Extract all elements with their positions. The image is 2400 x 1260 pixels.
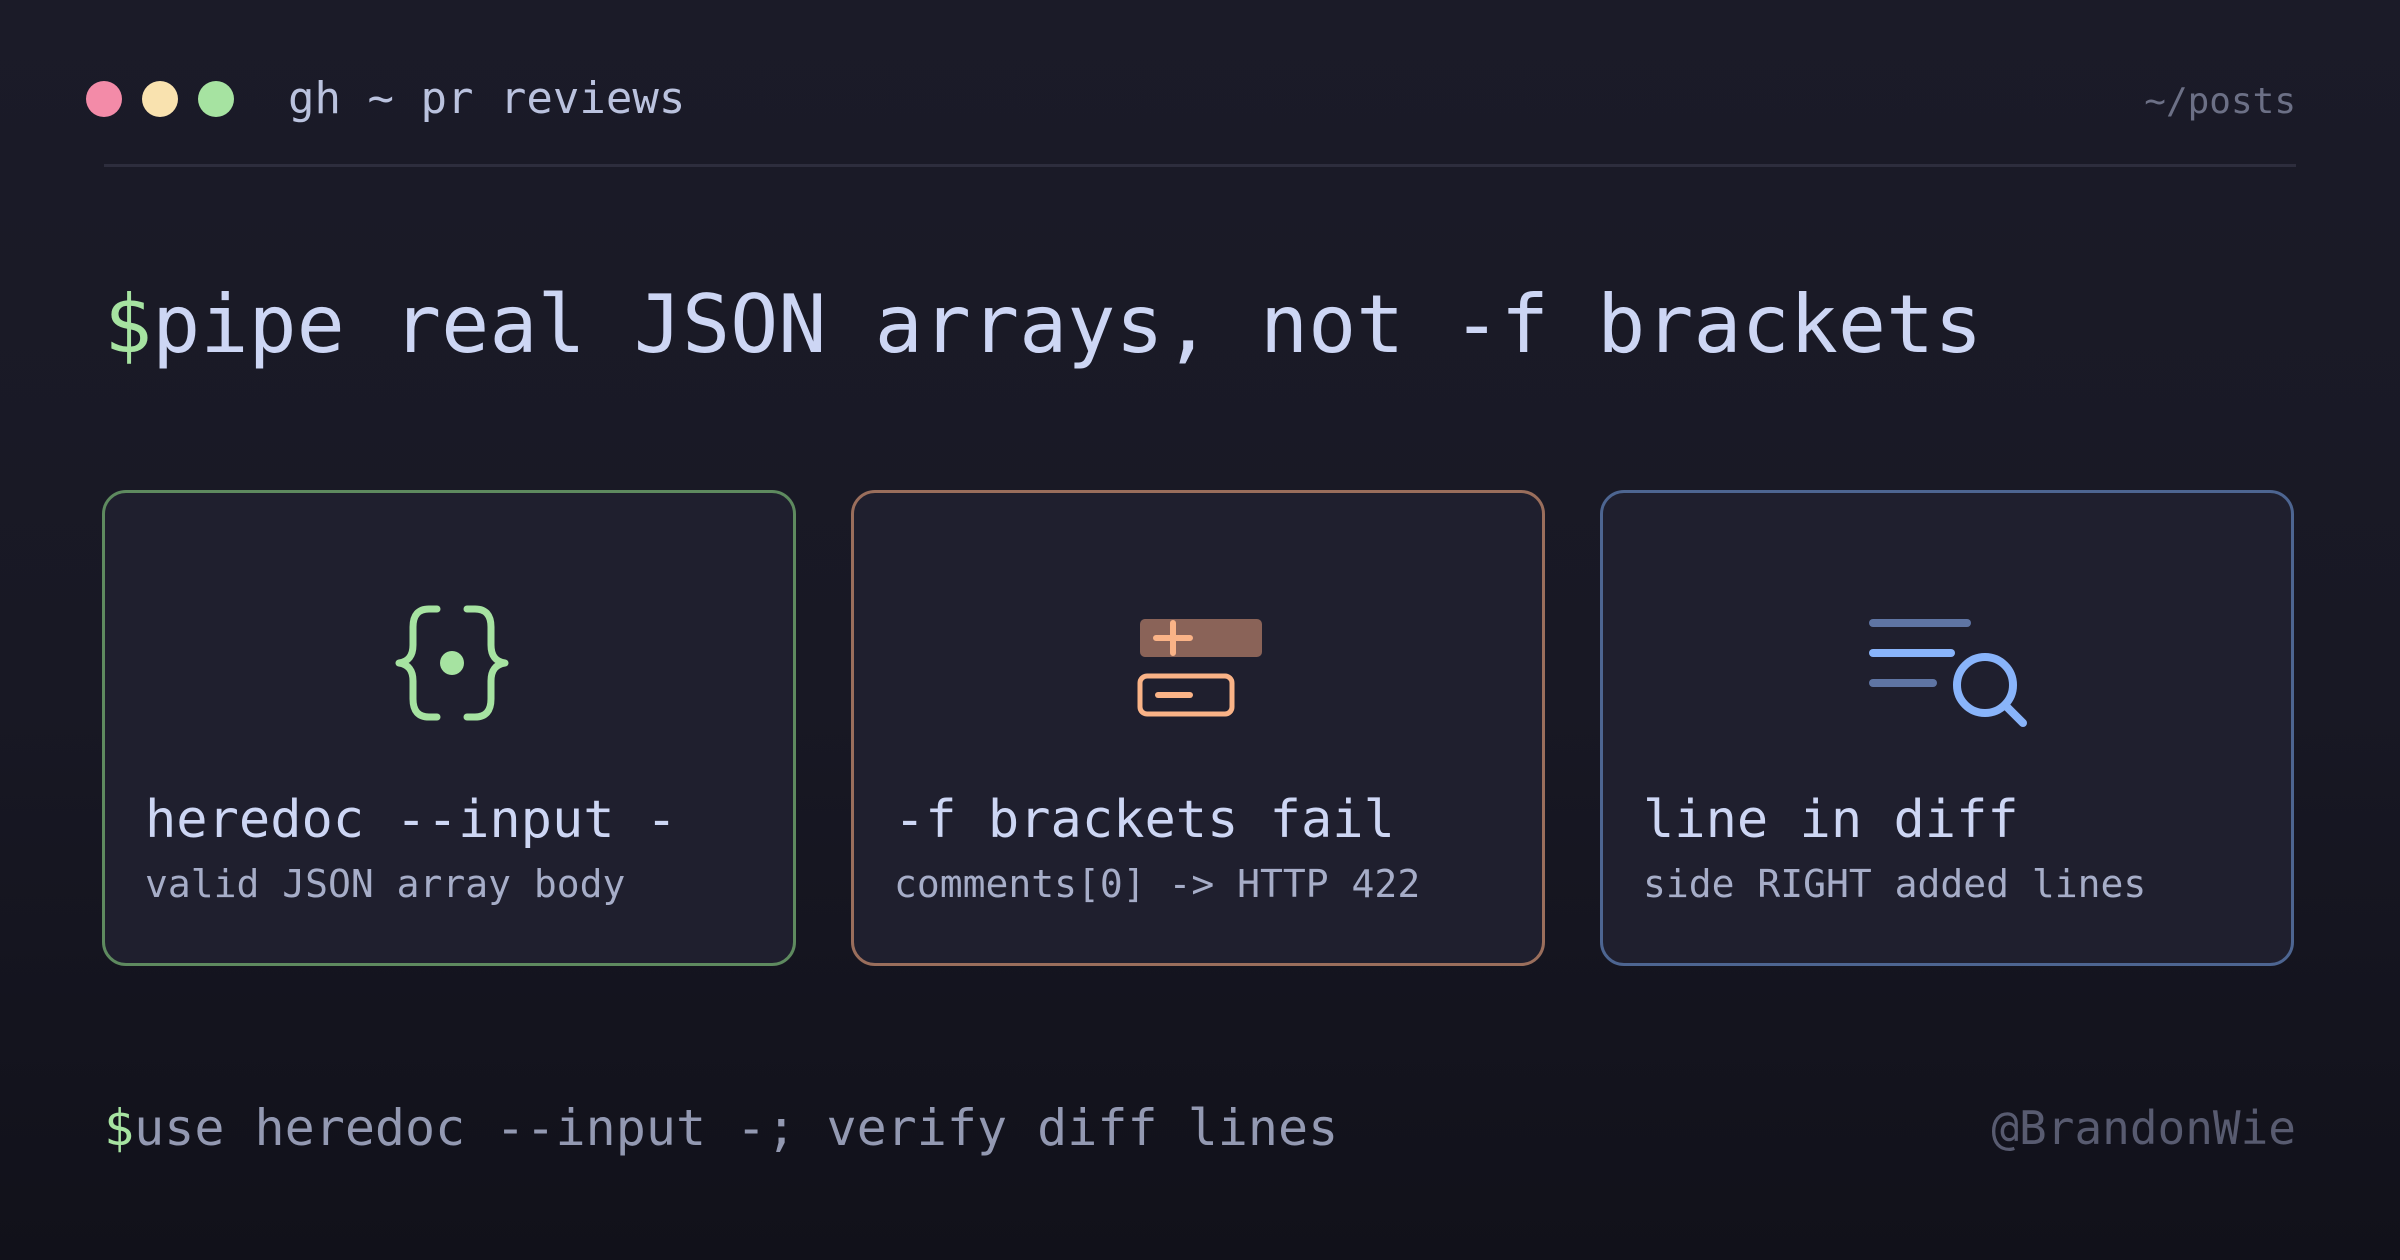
card-title: line in diff (1643, 790, 2019, 850)
card-heredoc: heredoc --input - valid JSON array body (102, 490, 796, 966)
card-title: heredoc --input - (145, 790, 678, 850)
card-diff-line: line in diff side RIGHT added lines (1600, 490, 2294, 966)
search-lines-icon (1869, 619, 2027, 727)
card-subtitle: comments[0] -> HTTP 422 (894, 862, 1421, 906)
headline-prompt: $ (104, 278, 153, 371)
footer-command: $use heredoc --input -; verify diff line… (104, 1098, 1338, 1158)
card-subtitle: side RIGHT added lines (1643, 862, 2147, 906)
card-title: -f brackets fail (894, 790, 1395, 850)
card-subtitle: valid JSON array body (145, 862, 626, 906)
window-titlebar: gh ~ pr reviews ~/posts (0, 0, 2400, 170)
author-handle: @BrandonWie (1991, 1101, 2296, 1155)
headline-text: pipe real JSON arrays, not -f brackets (152, 278, 1983, 371)
footer-command-text: use heredoc --input -; verify diff lines (134, 1099, 1339, 1157)
headline: $pipe real JSON arrays, not -f brackets (104, 280, 1982, 370)
card-brackets: -f brackets fail comments[0] -> HTTP 422 (851, 490, 1545, 966)
window-title: gh ~ pr reviews (288, 73, 686, 124)
close-window-button[interactable] (86, 81, 122, 117)
curly-braces-icon (395, 605, 509, 721)
maximize-window-button[interactable] (198, 81, 234, 117)
header-divider (104, 164, 2296, 167)
path-label: ~/posts (2144, 81, 2296, 122)
minimize-window-button[interactable] (142, 81, 178, 117)
footer-prompt: $ (104, 1099, 135, 1157)
diff-plus-minus-icon (1137, 619, 1262, 717)
